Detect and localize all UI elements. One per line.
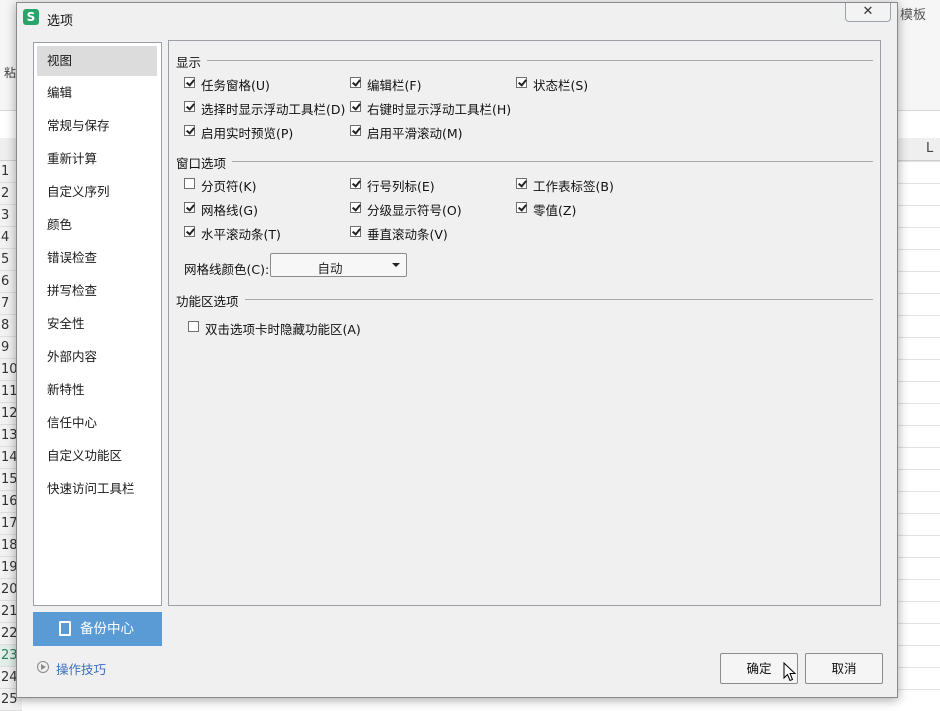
backup-center-button[interactable]: 备份中心 xyxy=(33,612,162,646)
column-label[interactable]: L xyxy=(926,141,933,156)
checkbox-checked-icon[interactable] xyxy=(350,101,361,112)
option-label: 分页符(K) xyxy=(201,179,257,194)
checkbox-checked-icon[interactable] xyxy=(184,125,195,136)
nav-item[interactable]: 信任中心 xyxy=(34,406,161,439)
checkbox-unchecked-icon[interactable] xyxy=(188,321,199,332)
nav-item[interactable]: 常规与保存 xyxy=(34,109,161,142)
grid-color-label: 网格线颜色(C): xyxy=(184,262,270,277)
checkbox-checked-icon[interactable] xyxy=(350,125,361,136)
dialog-title: 选项 xyxy=(47,14,74,29)
checkbox-checked-icon[interactable] xyxy=(184,101,195,112)
backup-icon xyxy=(59,621,71,636)
option-label: 工作表标签(B) xyxy=(533,179,614,194)
option-label: 零值(Z) xyxy=(533,203,577,218)
nav-item[interactable]: 颜色 xyxy=(34,208,161,241)
section-title-window: 窗口选项 xyxy=(176,153,233,172)
template-label[interactable]: 模板 xyxy=(900,4,926,23)
checkbox-checked-icon[interactable] xyxy=(516,77,527,88)
nav-item[interactable]: 拼写检查 xyxy=(34,274,161,307)
option-label: 右键时显示浮动工具栏(H) xyxy=(367,102,512,117)
option-label: 选择时显示浮动工具栏(D) xyxy=(201,102,346,117)
checkbox-checked-icon[interactable] xyxy=(350,77,361,88)
nav-item[interactable]: 安全性 xyxy=(34,307,161,340)
chevron-down-icon xyxy=(392,263,400,267)
option-label: 启用实时预览(P) xyxy=(201,126,294,141)
section-ribbon: 功能区选项 xyxy=(176,291,873,310)
app-icon: S xyxy=(23,9,39,25)
options-nav: 视图 编辑 常规与保存 重新计算 自定义序列 颜色 错误检查 拼写检查 安全性 外部内容 新特性 信任… xyxy=(33,42,162,606)
checkbox-checked-icon[interactable] xyxy=(516,178,527,189)
nav-item[interactable]: 错误检查 xyxy=(34,241,161,274)
nav-item[interactable]: 快速访问工具栏 xyxy=(34,472,161,505)
nav-item[interactable]: 重新计算 xyxy=(34,142,161,175)
nav-item[interactable]: 外部内容 xyxy=(34,340,161,373)
nav-item[interactable]: 编辑 xyxy=(34,76,161,109)
checkbox-checked-icon[interactable] xyxy=(184,202,195,213)
ok-label: 确定 xyxy=(746,661,772,676)
option-label: 垂直滚动条(V) xyxy=(367,227,448,242)
close-button[interactable]: ✕ xyxy=(845,3,891,22)
checkbox-checked-icon[interactable] xyxy=(350,226,361,237)
section-display: 显示 xyxy=(176,52,873,71)
option-label: 网格线(G) xyxy=(201,203,258,218)
section-title-ribbon: 功能区选项 xyxy=(176,291,245,310)
mouse-cursor-icon xyxy=(783,662,797,682)
nav-item[interactable]: 自定义功能区 xyxy=(34,439,161,472)
divider xyxy=(176,161,873,162)
dialog-titlebar[interactable]: S 选项 ✕ xyxy=(17,3,897,31)
checkbox-unchecked-icon[interactable] xyxy=(184,178,195,189)
ok-button[interactable]: 确定 xyxy=(720,653,798,684)
option-label: 状态栏(S) xyxy=(533,78,589,93)
grid-color-value: 自动 xyxy=(317,261,343,276)
section-window: 窗口选项 xyxy=(176,153,873,172)
nav-item[interactable]: 自定义序列 xyxy=(34,175,161,208)
section-title-display: 显示 xyxy=(176,52,208,71)
option-label: 分级显示符号(O) xyxy=(367,203,462,218)
checkbox-checked-icon[interactable] xyxy=(184,77,195,88)
divider xyxy=(176,60,873,61)
grid-color-dropdown[interactable]: 自动 xyxy=(270,253,407,277)
backup-center-label: 备份中心 xyxy=(80,621,134,637)
options-dialog: S 选项 ✕ 视图 编辑 常规与保存 重新计算 自定义序列 颜色 错误检查 拼写检查 安全性 外部… xyxy=(16,2,898,698)
nav-item[interactable]: 视图 xyxy=(37,46,157,76)
option-label: 任务窗格(U) xyxy=(201,78,270,93)
option-label: 行号列标(E) xyxy=(367,179,435,194)
cancel-button[interactable]: 取消 xyxy=(805,653,883,684)
checkbox-checked-icon[interactable] xyxy=(516,202,527,213)
checkbox-checked-icon[interactable] xyxy=(350,202,361,213)
divider xyxy=(176,299,873,300)
view-settings-panel: 显示 任务窗格(U) 编辑栏(F) 状态栏(S) 选择时显示浮动工具栏(D) 右键时显示… xyxy=(168,40,881,606)
tips-label: 操作技巧 xyxy=(56,662,107,677)
checkbox-checked-icon[interactable] xyxy=(184,226,195,237)
paste-label[interactable]: 粘 xyxy=(4,64,16,81)
checkbox-checked-icon[interactable] xyxy=(350,178,361,189)
nav-item[interactable]: 新特性 xyxy=(34,373,161,406)
option-label: 水平滚动条(T) xyxy=(201,227,281,242)
option-label: 双击选项卡时隐藏功能区(A) xyxy=(205,322,361,337)
option-label: 编辑栏(F) xyxy=(367,78,422,93)
play-circle-icon xyxy=(37,661,49,673)
option-label: 启用平滑滚动(M) xyxy=(367,126,463,141)
